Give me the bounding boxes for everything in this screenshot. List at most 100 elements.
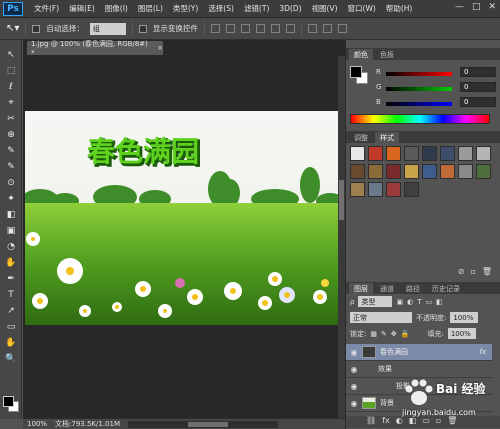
style-swatch[interactable] <box>422 146 437 161</box>
auto-select-dropdown[interactable]: 组 <box>89 22 126 35</box>
menu-3d[interactable]: 3D(D) <box>274 4 306 13</box>
lock-all-icon[interactable]: 🔒 <box>401 330 410 338</box>
menu-help[interactable]: 帮助(H) <box>381 3 418 14</box>
style-swatch[interactable] <box>386 182 401 197</box>
menu-layer[interactable]: 图层(L) <box>133 3 168 14</box>
lock-pixels-icon[interactable]: ✎ <box>381 330 387 338</box>
lasso-tool-icon[interactable]: ℓ <box>3 80 19 94</box>
tab-color[interactable]: 颜色 <box>349 49 373 60</box>
zoom-level[interactable]: 100% <box>27 420 47 428</box>
filter-smart-icon[interactable]: ◧ <box>436 298 443 306</box>
document-tab[interactable]: 1.jpg @ 100% (春色满园, RGB/8#) * × <box>27 40 163 57</box>
style-swatch[interactable] <box>350 182 365 197</box>
color-swatches[interactable] <box>3 396 19 412</box>
maximize-icon[interactable]: □ <box>472 2 481 12</box>
blur-tool-icon[interactable]: ◔ <box>3 240 19 254</box>
filter-type-icon[interactable]: T <box>417 298 421 306</box>
menu-image[interactable]: 图像(I) <box>100 3 133 14</box>
move-tool-icon[interactable]: ↖▾ <box>6 23 19 34</box>
eyedropper-tool-icon[interactable]: ⊕ <box>3 128 19 142</box>
dodge-tool-icon[interactable]: ✋ <box>3 256 19 270</box>
color-spectrum-bar[interactable] <box>350 114 490 124</box>
visibility-eye-icon[interactable]: ◉ <box>346 348 362 357</box>
style-swatch[interactable] <box>404 164 419 179</box>
layer-name[interactable]: 春色满园 <box>380 347 479 357</box>
style-swatch[interactable] <box>458 146 473 161</box>
vertical-scroll-thumb[interactable] <box>339 180 344 220</box>
layer-row-text[interactable]: ◉ 春色满园 fx <box>346 344 492 361</box>
tab-swatches[interactable]: 色板 <box>375 49 399 60</box>
move-tool-icon[interactable]: ↖ <box>3 48 19 62</box>
tab-styles[interactable]: 样式 <box>375 132 399 143</box>
align-center-icon[interactable] <box>270 24 280 33</box>
opacity-field[interactable]: 100% <box>450 312 479 323</box>
add-style-icon[interactable]: fx <box>382 416 390 428</box>
menu-type[interactable]: 类型(Y) <box>168 3 203 14</box>
filter-adjust-icon[interactable]: ◐ <box>407 298 413 306</box>
eraser-tool-icon[interactable]: ◧ <box>3 208 19 222</box>
rectangle-tool-icon[interactable]: ▭ <box>3 320 19 334</box>
style-swatch[interactable] <box>350 164 365 179</box>
align-right-icon[interactable] <box>285 24 295 33</box>
hand-tool-icon[interactable]: ✋ <box>3 336 19 350</box>
distribute-icon[interactable] <box>337 24 347 33</box>
tab-adjustments[interactable]: 调整 <box>349 132 373 143</box>
style-swatch[interactable] <box>422 164 437 179</box>
healing-brush-tool-icon[interactable]: ✎ <box>3 144 19 158</box>
type-tool-icon[interactable]: T <box>3 288 19 302</box>
vertical-scrollbar[interactable] <box>338 56 345 418</box>
delete-style-icon[interactable]: 🗑 <box>482 267 492 279</box>
style-swatch[interactable] <box>404 146 419 161</box>
style-swatch[interactable] <box>404 182 419 197</box>
align-left-icon[interactable] <box>255 24 265 33</box>
auto-select-checkbox[interactable] <box>32 24 41 33</box>
layer-name[interactable]: 背景 <box>380 398 394 408</box>
green-slider[interactable] <box>386 87 452 91</box>
style-swatch[interactable] <box>440 146 455 161</box>
clear-style-icon[interactable]: ⊘ <box>458 267 465 279</box>
menu-filter[interactable]: 滤镜(T) <box>239 3 274 14</box>
style-swatch[interactable] <box>458 164 473 179</box>
marquee-tool-icon[interactable]: ⬚ <box>3 64 19 78</box>
gradient-tool-icon[interactable]: ▣ <box>3 224 19 238</box>
show-transform-checkbox[interactable] <box>138 24 147 33</box>
style-swatch[interactable] <box>386 164 401 179</box>
quick-select-tool-icon[interactable]: ⌖ <box>3 96 19 110</box>
layer-effects-row[interactable]: ◉ 效果 <box>346 361 492 378</box>
filter-pixel-icon[interactable]: ▣ <box>396 298 403 306</box>
style-swatch[interactable] <box>350 146 365 161</box>
tab-layers[interactable]: 图层 <box>349 283 373 294</box>
clone-stamp-tool-icon[interactable]: ⊙ <box>3 176 19 190</box>
minimize-icon[interactable]: — <box>455 2 464 12</box>
foreground-color-chip[interactable] <box>350 66 362 78</box>
menu-select[interactable]: 选择(S) <box>203 3 239 14</box>
style-swatch[interactable] <box>368 182 383 197</box>
tab-paths[interactable]: 路径 <box>401 283 425 294</box>
tab-history[interactable]: 历史记录 <box>427 283 465 294</box>
visibility-eye-icon[interactable]: ◉ <box>346 365 362 374</box>
layer-kind-filter[interactable]: 类型 <box>358 296 393 307</box>
tab-channels[interactable]: 通道 <box>375 283 399 294</box>
blue-value-field[interactable]: 0 <box>460 97 496 107</box>
menu-window[interactable]: 窗口(W) <box>343 3 381 14</box>
pen-tool-icon[interactable]: ✒ <box>3 272 19 286</box>
foreground-color-swatch[interactable] <box>3 396 14 407</box>
align-bottom-icon[interactable] <box>240 24 250 33</box>
menu-file[interactable]: 文件(F) <box>29 3 64 14</box>
red-value-field[interactable]: 0 <box>460 67 496 77</box>
image-canvas[interactable]: 春色满园 春色满园 <box>25 111 338 325</box>
red-slider[interactable] <box>386 72 452 76</box>
horizontal-scroll-thumb[interactable] <box>188 421 228 427</box>
blue-slider[interactable] <box>386 102 452 106</box>
style-swatch[interactable] <box>368 164 383 179</box>
link-layers-icon[interactable]: ⛓ <box>366 416 376 428</box>
distribute-icon[interactable] <box>307 24 317 33</box>
align-top-icon[interactable] <box>210 24 220 33</box>
close-icon[interactable]: ✕ <box>488 2 496 12</box>
crop-tool-icon[interactable]: ✂ <box>3 112 19 126</box>
style-swatch[interactable] <box>476 164 491 179</box>
fill-field[interactable]: 100% <box>447 328 476 339</box>
menu-view[interactable]: 视图(V) <box>307 3 343 14</box>
close-tab-icon[interactable]: × <box>157 44 163 52</box>
style-swatch[interactable] <box>440 164 455 179</box>
